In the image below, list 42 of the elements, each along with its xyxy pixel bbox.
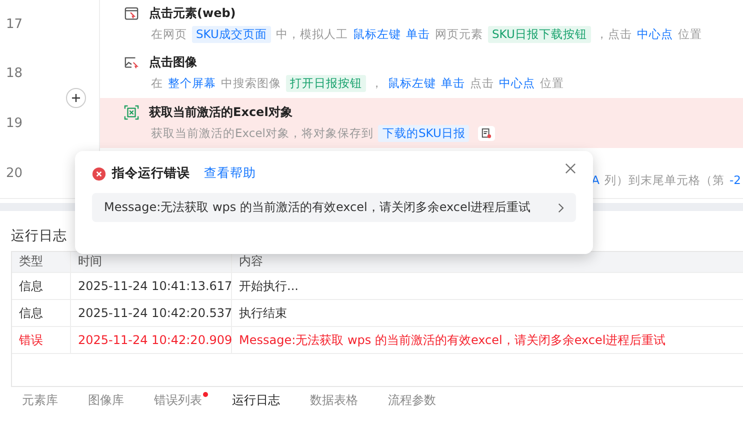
log-type-cell: 错误 bbox=[12, 327, 71, 353]
element-tag: 打开日报按钮 bbox=[286, 75, 366, 92]
popup-title: 指令运行错误 bbox=[112, 165, 190, 182]
log-time-cell: 2025-11-24 10:42:20.909 bbox=[71, 327, 232, 353]
step-description-text: 点击 bbox=[470, 76, 494, 91]
step-description-text: 位置 bbox=[540, 76, 564, 91]
column-header: 时间 bbox=[71, 252, 232, 272]
keyword-text: 鼠标左键 bbox=[388, 76, 436, 91]
step-title: 获取当前激活的Excel对象 bbox=[149, 104, 292, 121]
step-description-text: 中搜索图像 bbox=[221, 76, 281, 91]
line-number: 19 bbox=[0, 98, 100, 148]
log-content-cell-text: Message:无法获取 wps 的当前激活的有效excel，请关闭多余excel进程后重试 bbox=[238, 332, 667, 348]
step-description-text: 在网页 bbox=[151, 27, 187, 42]
log-time-cell: 2025-11-24 10:42:20.537 bbox=[71, 300, 232, 326]
variable-tag: SKU成交页面 bbox=[192, 26, 271, 43]
step-description-text: 获取当前激活的Excel对象，将对象保存到 bbox=[151, 126, 374, 141]
log-content-cell-text: 执行结束 bbox=[238, 304, 288, 322]
step-description-text: 列）到末尾单元格（第 bbox=[604, 172, 725, 188]
variable-tag: 下载的SKU日报 bbox=[378, 125, 470, 142]
keyword-text: 鼠标左键 bbox=[352, 27, 401, 42]
keyword-text: 单击 bbox=[441, 76, 465, 91]
log-type-cell: 信息 bbox=[12, 273, 71, 299]
keyword-text: 中心点 bbox=[636, 27, 673, 42]
step-title: 点击元素(web) bbox=[149, 5, 236, 22]
step-description-text: ， bbox=[371, 76, 383, 91]
log-type-cell: 信息 bbox=[12, 300, 71, 326]
step-description-text: 位置 bbox=[678, 27, 702, 42]
keyword-text: 中心点 bbox=[499, 76, 535, 91]
step-description-text: 在 bbox=[151, 76, 163, 91]
step-description-text: ，点击 bbox=[596, 27, 632, 42]
step-title: 点击图像 bbox=[149, 54, 197, 71]
keyword-text: 整个屏幕 bbox=[168, 76, 216, 91]
element-tag: SKU日报下载按钮 bbox=[488, 26, 591, 43]
log-content-cell-text: 开始执行... bbox=[238, 278, 300, 294]
log-panel-title: 运行日志 bbox=[11, 227, 67, 245]
column-header: 内容 bbox=[238, 253, 264, 270]
step-description-text: 网页元素 bbox=[434, 27, 483, 42]
keyword-text: -2 bbox=[730, 173, 741, 187]
keyword-text: 单击 bbox=[406, 27, 430, 42]
log-time-cell: 2025-11-24 10:41:13.617 bbox=[71, 273, 232, 299]
column-header: 类型 bbox=[12, 252, 71, 272]
step-description-text: 中，模拟人工 bbox=[276, 27, 348, 42]
